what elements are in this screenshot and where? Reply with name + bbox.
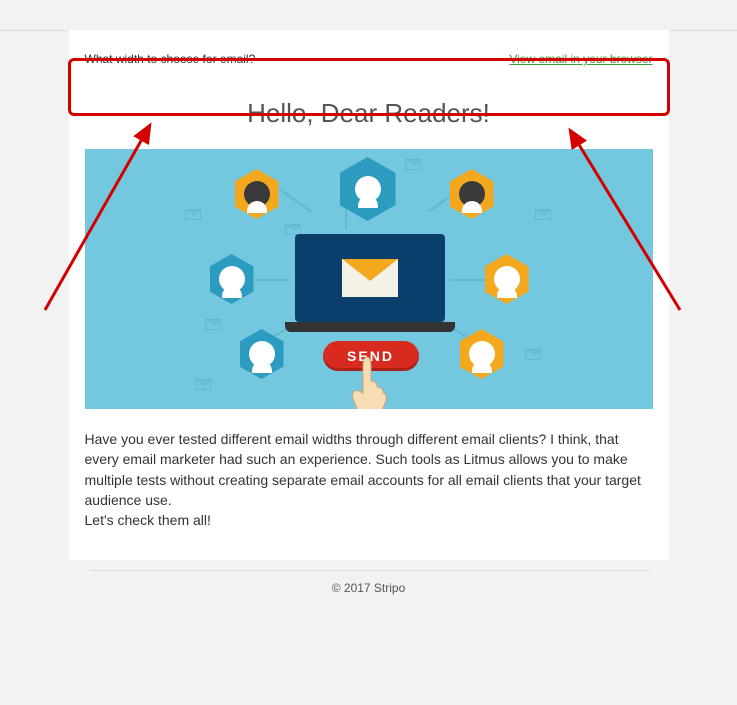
laptop-base (285, 322, 455, 332)
laptop-icon (295, 234, 445, 334)
avatar-hex-icon (485, 254, 529, 304)
mini-envelope-icon (185, 209, 201, 220)
avatar-hex-icon (235, 169, 279, 219)
connector-line (278, 188, 312, 213)
headline: Hello, Dear Readers! (69, 88, 669, 149)
pointing-hand-icon (347, 355, 391, 409)
mini-envelope-icon (205, 319, 221, 330)
connector-line (450, 279, 490, 281)
laptop-screen (295, 234, 445, 322)
view-in-browser-link[interactable]: View email in your browser (509, 52, 652, 66)
envelope-icon (342, 259, 398, 297)
avatar-hex-icon (210, 254, 254, 304)
footer: © 2017 Stripo (89, 570, 649, 605)
body-paragraph: Have you ever tested different email wid… (85, 429, 653, 510)
email-container: What width to choose for email? View ema… (69, 30, 669, 560)
avatar-hex-icon (450, 169, 494, 219)
mini-envelope-icon (405, 159, 421, 170)
mini-envelope-icon (195, 379, 211, 390)
avatar-hex-icon (340, 157, 396, 221)
body-text: Have you ever tested different email wid… (69, 409, 669, 560)
mini-envelope-icon (525, 349, 541, 360)
preheader-row: What width to choose for email? View ema… (69, 30, 669, 88)
preheader-link-wrap: View email in your browser (509, 52, 652, 66)
avatar-hex-icon (240, 329, 284, 379)
preheader-text: What width to choose for email? (85, 52, 256, 66)
mini-envelope-icon (535, 209, 551, 220)
body-paragraph: Let's check them all! (85, 510, 653, 530)
hero-illustration: SEND (85, 149, 653, 409)
copyright-text: © 2017 Stripo (332, 581, 406, 595)
connector-line (250, 279, 290, 281)
